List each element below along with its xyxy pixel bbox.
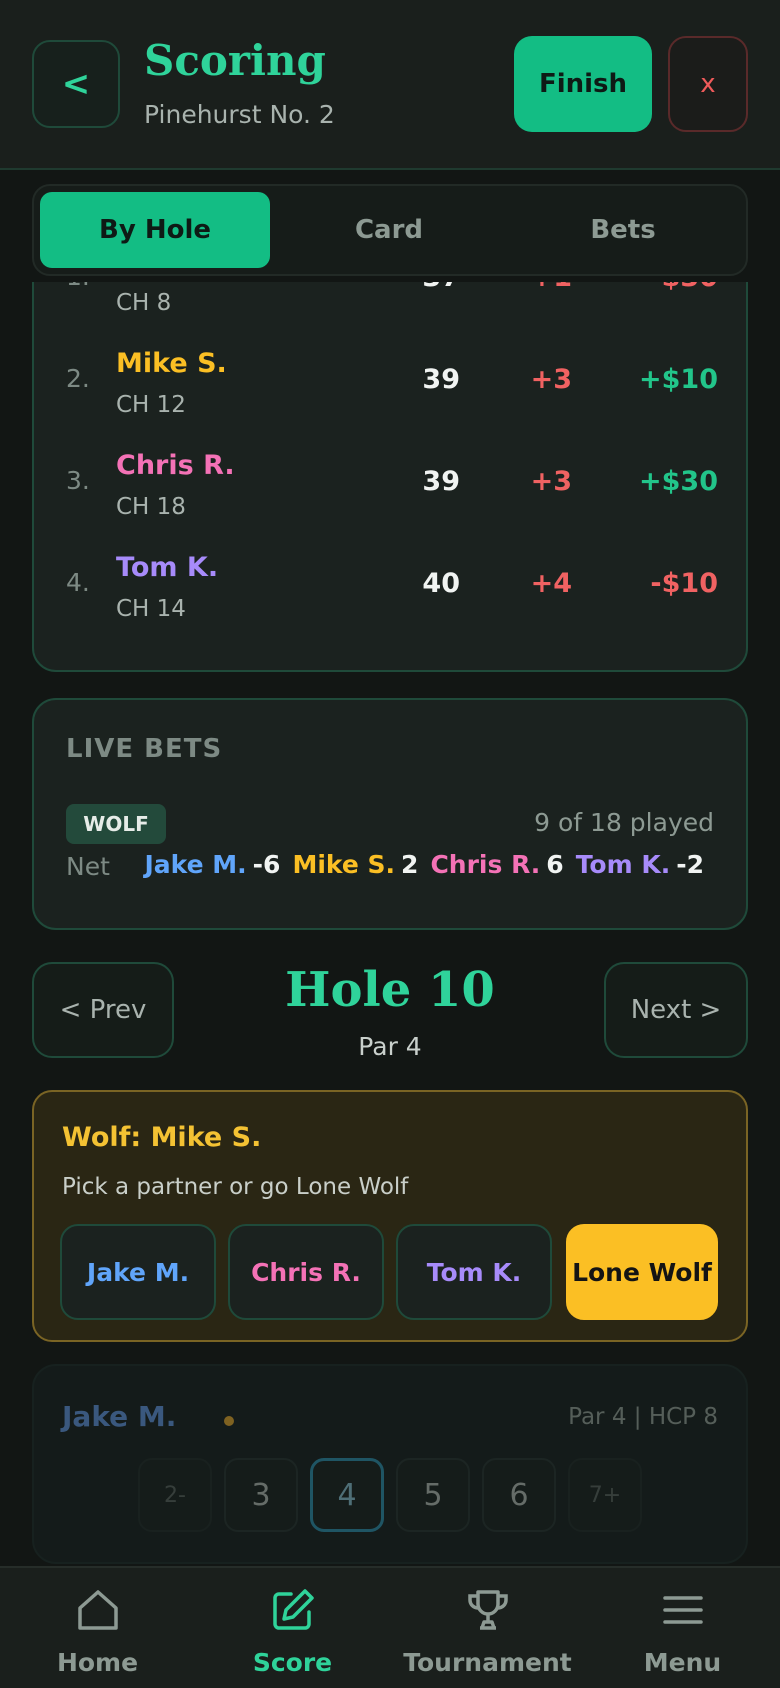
standings-scroll-area[interactable]: 1. CH 8 37 +1 -$30 2. Mike S. CH 12 39 +… xyxy=(0,282,780,674)
nav-label: Score xyxy=(252,1648,333,1677)
bet-type-badge: WOLF xyxy=(66,804,166,844)
edit-icon xyxy=(272,1589,314,1630)
nav-home[interactable]: Home xyxy=(0,1568,195,1688)
standings-row: 1. CH 8 37 +1 -$30 xyxy=(34,282,750,338)
wolf-picker: Wolf: Mike S. Pick a partner or go Lone … xyxy=(32,1090,748,1342)
rank: 1. xyxy=(66,282,90,291)
score-option[interactable]: 6 xyxy=(482,1458,556,1532)
course-handicap: CH 12 xyxy=(116,392,186,418)
net-label: Net xyxy=(66,852,110,881)
finish-button[interactable]: Finish xyxy=(514,36,652,132)
menu-icon xyxy=(662,1596,703,1624)
nav-tournament[interactable]: Tournament xyxy=(390,1568,585,1688)
trophy-icon xyxy=(467,1590,508,1630)
rank: 2. xyxy=(66,364,90,393)
standings-row: 3. Chris R. CH 18 39 +3 +$30 xyxy=(34,440,750,542)
lone-wolf-button[interactable]: Lone Wolf xyxy=(566,1224,718,1320)
course-name: Pinehurst No. 2 xyxy=(144,100,335,129)
standings-card: 1. CH 8 37 +1 -$30 2. Mike S. CH 12 39 +… xyxy=(32,282,748,672)
bet-player: Tom K. -2 xyxy=(575,850,704,879)
nav-label: Menu xyxy=(643,1648,722,1677)
rank: 4. xyxy=(66,568,90,597)
score-option[interactable]: 2- xyxy=(138,1458,212,1532)
gross-score: 40 xyxy=(422,568,460,599)
tab-bets[interactable]: Bets xyxy=(508,192,738,268)
next-hole-button[interactable]: Next > xyxy=(604,962,748,1058)
course-handicap: CH 18 xyxy=(116,494,186,520)
home-icon xyxy=(77,1590,118,1630)
player-name: Chris R. xyxy=(116,450,235,481)
live-bets-title: LIVE BETS xyxy=(66,734,223,764)
rank: 3. xyxy=(66,466,90,495)
standings-row: 4. Tom K. CH 14 40 +4 -$10 xyxy=(34,542,750,644)
tab-by-hole[interactable]: By Hole xyxy=(40,192,270,268)
bottom-nav: Home Score Tournament Menu xyxy=(0,1566,780,1688)
page-title: Scoring xyxy=(144,36,326,85)
partner-option-jake[interactable]: Jake M. xyxy=(60,1224,216,1320)
nav-label: Tournament xyxy=(403,1648,572,1677)
holes-played: 9 of 18 played xyxy=(534,808,714,837)
to-par: +4 xyxy=(530,568,572,599)
money: -$10 xyxy=(650,568,718,599)
wolf-indicator-dot xyxy=(224,1416,234,1426)
back-button[interactable]: < xyxy=(32,40,120,128)
hole-info: Par 4 | HCP 8 xyxy=(568,1404,718,1430)
bet-player: Chris R. 6 xyxy=(430,850,564,879)
close-button[interactable]: x xyxy=(668,36,748,132)
money: +$30 xyxy=(639,466,718,497)
standings-row: 2. Mike S. CH 12 39 +3 +$10 xyxy=(34,338,750,440)
gross-score: 39 xyxy=(422,364,460,395)
bet-standings: Jake M. -6 Mike S. 2 Chris R. 6 Tom K. -2 xyxy=(145,850,705,879)
money: -$30 xyxy=(650,282,718,293)
score-option[interactable]: 5 xyxy=(396,1458,470,1532)
gross-score: 39 xyxy=(422,466,460,497)
to-par: +3 xyxy=(530,364,572,395)
partner-option-chris[interactable]: Chris R. xyxy=(228,1224,384,1320)
header: < Scoring Pinehurst No. 2 Finish x xyxy=(0,0,780,170)
player-name: Jake M. xyxy=(62,1400,177,1433)
money: +$10 xyxy=(639,364,718,395)
score-option[interactable]: 3 xyxy=(224,1458,298,1532)
course-handicap: CH 8 xyxy=(116,290,172,316)
wolf-title: Wolf: Mike S. xyxy=(62,1122,262,1153)
bet-player: Mike S. 2 xyxy=(292,850,419,879)
partner-option-tom[interactable]: Tom K. xyxy=(396,1224,552,1320)
player-score-card: Jake M. Par 4 | HCP 8 2- 3 4 5 6 7+ xyxy=(32,1364,748,1564)
player-name: Mike S. xyxy=(116,348,227,379)
to-par: +3 xyxy=(530,466,572,497)
nav-label: Home xyxy=(56,1648,139,1677)
player-name: Tom K. xyxy=(116,552,219,583)
score-option-selected[interactable]: 4 xyxy=(310,1458,384,1532)
course-handicap: CH 14 xyxy=(116,596,186,622)
tab-card[interactable]: Card xyxy=(274,192,504,268)
to-par: +1 xyxy=(531,282,572,293)
view-tabs: By Hole Card Bets xyxy=(32,184,748,276)
nav-menu[interactable]: Menu xyxy=(585,1568,780,1688)
live-bets-card: LIVE BETS WOLF 9 of 18 played Net Jake M… xyxy=(32,698,748,930)
bet-player: Jake M. -6 xyxy=(144,850,281,879)
wolf-instructions: Pick a partner or go Lone Wolf xyxy=(62,1174,409,1200)
gross-score: 37 xyxy=(422,282,460,293)
nav-score[interactable]: Score xyxy=(195,1568,390,1688)
score-option[interactable]: 7+ xyxy=(568,1458,642,1532)
